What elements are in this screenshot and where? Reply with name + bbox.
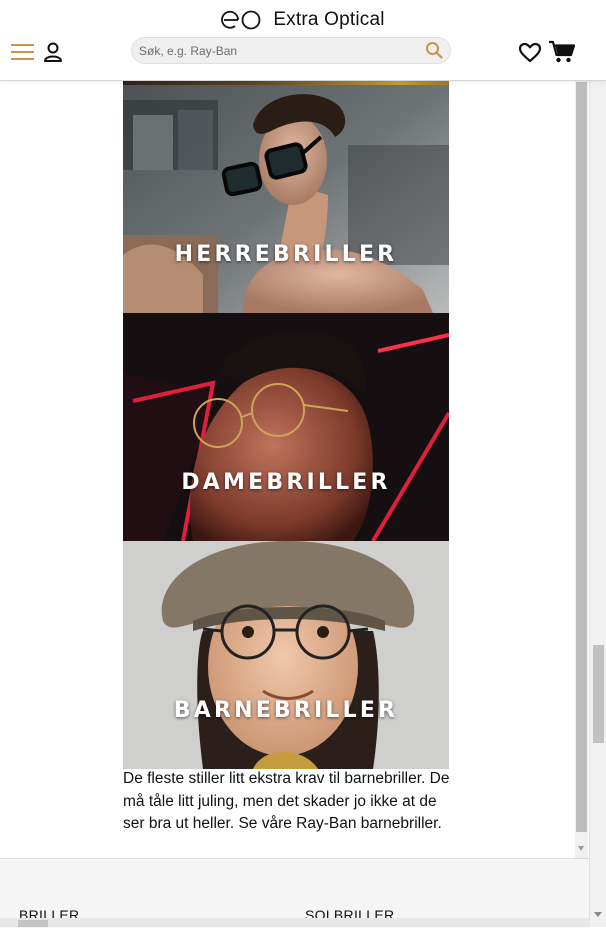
wishlist-button[interactable] (518, 42, 542, 63)
account-button[interactable] (42, 41, 64, 63)
damebriller-image (123, 313, 449, 541)
horizontal-scrollbar-thumb[interactable] (18, 920, 48, 927)
heart-icon (518, 42, 542, 63)
cart-button[interactable] (548, 40, 576, 64)
page-scroll-down-icon[interactable] (594, 912, 602, 917)
brand-logo-icon (221, 10, 261, 30)
cart-icon (549, 40, 576, 63)
brand-name: Extra Optical (273, 9, 385, 30)
category-tile-herrebriller[interactable]: HERREBRILLER (123, 85, 449, 313)
hamburger-menu-icon (11, 44, 34, 60)
page-scrollbar[interactable] (589, 0, 606, 927)
horizontal-scrollbar[interactable] (0, 918, 589, 927)
search-icon[interactable] (425, 41, 443, 59)
tile-label-herrebriller: HERREBRILLER (174, 242, 398, 267)
hamburger-menu-button[interactable] (11, 41, 35, 61)
user-icon (44, 42, 62, 62)
category-tile-barnebriller[interactable]: BARNEBRILLER (123, 541, 449, 769)
category-tile-damebriller[interactable]: DAMEBRILLER (123, 313, 449, 541)
brand[interactable]: Extra Optical (0, 8, 606, 32)
search-input[interactable] (132, 38, 423, 63)
scroll-down-arrow-icon[interactable] (578, 846, 584, 851)
tile-label-damebriller: DAMEBRILLER (181, 470, 391, 495)
herrebriller-image (123, 85, 449, 313)
site-header: Extra Optical (0, 0, 606, 81)
page-scrollbar-thumb[interactable] (593, 645, 604, 743)
content-scrollbar-thumb[interactable] (576, 82, 587, 832)
main-content: HERREBRILLER DAMEBRILLER BARNEBRILLER De… (0, 80, 588, 858)
search-bar (131, 37, 451, 64)
content-scrollbar[interactable] (575, 80, 588, 858)
category-description: De fleste stiller litt ekstra krav til b… (123, 770, 450, 833)
tile-label-barnebriller: BARNEBRILLER (173, 698, 399, 723)
barnebriller-image (123, 541, 449, 769)
